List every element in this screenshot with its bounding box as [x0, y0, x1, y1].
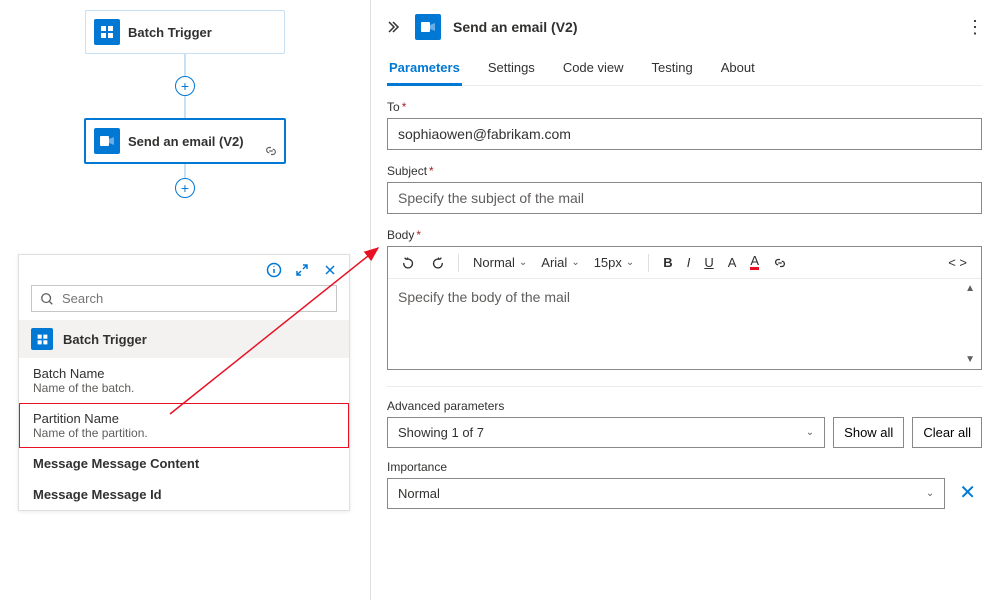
highlight-button[interactable]: A: [746, 253, 763, 272]
dynamic-item-message-content[interactable]: Message Message Content: [19, 448, 349, 479]
body-textarea[interactable]: Specify the body of the mail ▲ ▼: [388, 279, 981, 369]
subject-label: Subject*: [387, 164, 982, 178]
tab-parameters[interactable]: Parameters: [387, 50, 462, 85]
outlook-icon: [94, 128, 120, 154]
add-step-button-2[interactable]: +: [175, 178, 195, 198]
tab-settings[interactable]: Settings: [486, 50, 537, 85]
dynamic-item-partition-name[interactable]: Partition Name Name of the partition.: [19, 403, 349, 448]
size-select[interactable]: 15px ⌄: [590, 253, 639, 272]
connector-line: [184, 164, 186, 178]
body-editor: Normal ⌄ Arial ⌄ 15px ⌄ B I U A A < > Sp…: [387, 246, 982, 370]
to-input[interactable]: [387, 118, 982, 150]
trigger-title: Batch Trigger: [128, 25, 212, 40]
to-label: To*: [387, 100, 982, 114]
underline-button[interactable]: U: [700, 253, 717, 272]
tab-testing[interactable]: Testing: [650, 50, 695, 85]
importance-select[interactable]: Normal ⌄: [387, 478, 945, 509]
advanced-label: Advanced parameters: [387, 399, 825, 413]
importance-label: Importance: [387, 460, 945, 474]
more-menu-icon[interactable]: ⋮: [966, 17, 982, 38]
dynamic-item-message-id[interactable]: Message Message Id: [19, 479, 349, 510]
scroll-up-icon: ▲: [965, 283, 975, 294]
connector-line: [184, 96, 186, 118]
collapse-panel-icon[interactable]: [387, 19, 403, 35]
action-title: Send an email (V2): [128, 134, 244, 149]
body-label: Body*: [387, 228, 982, 242]
clear-all-button[interactable]: Clear all: [912, 417, 982, 448]
advanced-select[interactable]: Showing 1 of 7 ⌄: [387, 417, 825, 448]
remove-parameter-icon[interactable]: ✕: [953, 476, 982, 509]
font-select[interactable]: Arial ⌄: [537, 253, 583, 272]
dynamic-group-header: Batch Trigger: [19, 320, 349, 358]
font-color-button[interactable]: A: [724, 253, 741, 272]
dynamic-content-popup: Batch Trigger Batch Name Name of the bat…: [18, 254, 350, 511]
undo-icon[interactable]: [398, 254, 420, 272]
link-button[interactable]: [769, 254, 791, 272]
dynamic-search-input[interactable]: [31, 285, 337, 312]
batch-trigger-icon: [31, 328, 53, 350]
style-select[interactable]: Normal ⌄: [469, 253, 531, 272]
italic-button[interactable]: I: [683, 253, 695, 272]
outlook-icon: [415, 14, 441, 40]
tab-about[interactable]: About: [719, 50, 757, 85]
chevron-down-icon: ⌄: [806, 427, 814, 438]
code-toggle-button[interactable]: < >: [944, 253, 971, 272]
scroll-down-icon: ▼: [965, 354, 975, 365]
expand-icon[interactable]: [293, 261, 311, 279]
show-all-button[interactable]: Show all: [833, 417, 904, 448]
dynamic-item-batch-name[interactable]: Batch Name Name of the batch.: [19, 358, 349, 403]
info-icon[interactable]: [265, 261, 283, 279]
chevron-down-icon: ⌄: [926, 488, 934, 499]
batch-trigger-icon: [94, 19, 120, 45]
connector-line: [184, 54, 186, 76]
panel-title: Send an email (V2): [453, 19, 954, 35]
add-step-button-1[interactable]: +: [175, 76, 195, 96]
subject-input[interactable]: [387, 182, 982, 214]
group-title: Batch Trigger: [63, 332, 147, 347]
properties-panel: Send an email (V2) ⋮ Parameters Settings…: [370, 0, 1000, 600]
search-field[interactable]: [62, 291, 328, 306]
tab-code-view[interactable]: Code view: [561, 50, 626, 85]
bold-button[interactable]: B: [659, 253, 676, 272]
action-node[interactable]: Send an email (V2): [84, 118, 286, 164]
divider: [387, 386, 982, 387]
trigger-node[interactable]: Batch Trigger: [85, 10, 285, 54]
connection-link-icon: [264, 144, 278, 158]
redo-icon[interactable]: [426, 254, 448, 272]
close-icon[interactable]: [321, 261, 339, 279]
panel-tabs: Parameters Settings Code view Testing Ab…: [387, 50, 982, 86]
workflow-canvas: Batch Trigger + Send an email (V2) +: [0, 0, 370, 600]
